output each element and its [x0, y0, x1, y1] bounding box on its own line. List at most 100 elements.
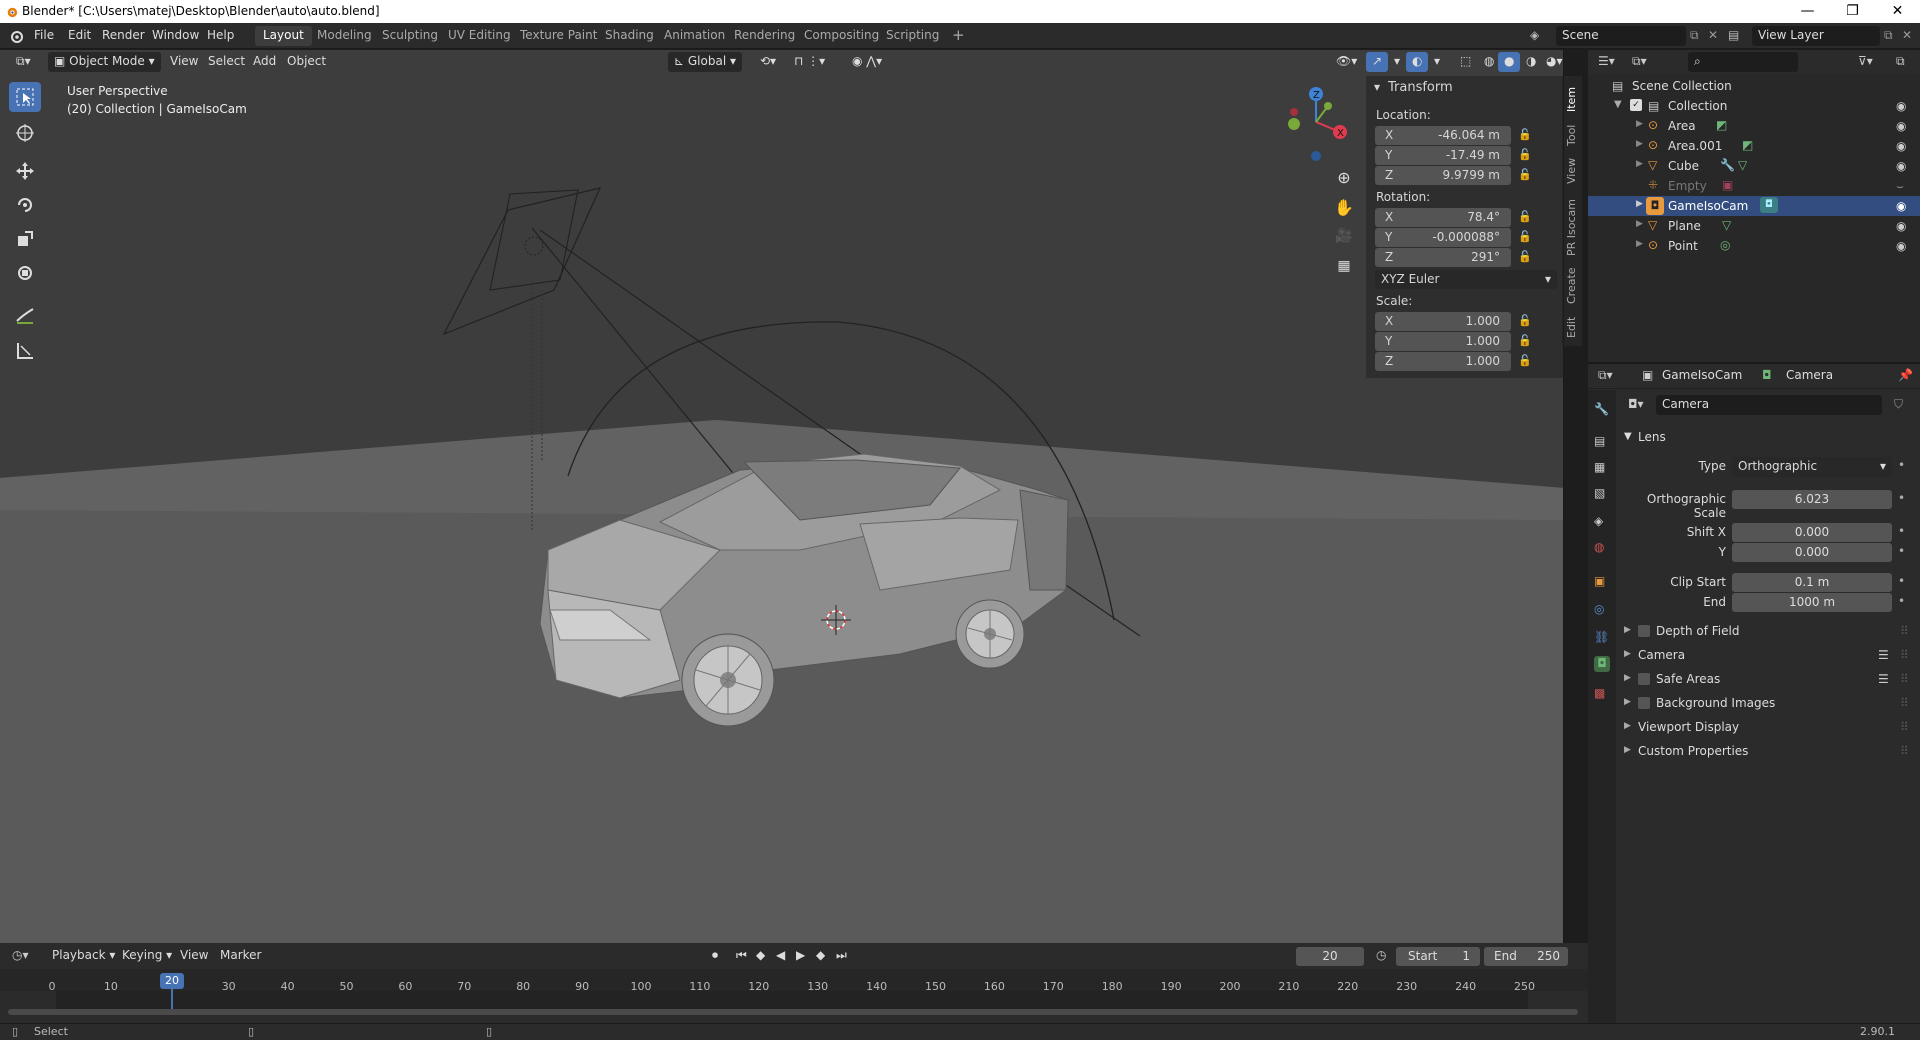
- play-reverse-icon[interactable]: ◀: [776, 948, 785, 962]
- new-view-layer-icon[interactable]: ⧉: [1884, 28, 1893, 43]
- prev-keyframe-icon[interactable]: ◆: [756, 948, 765, 962]
- tab-edit[interactable]: Edit: [1565, 317, 1578, 338]
- delete-scene-icon[interactable]: ✕: [1708, 28, 1718, 42]
- tab-pr-isocam[interactable]: PR Isocam: [1565, 199, 1578, 256]
- lock-icon[interactable]: 🔓: [1518, 314, 1534, 330]
- mode-selector[interactable]: ▣ Object Mode ▾: [48, 52, 161, 72]
- lock-icon[interactable]: 🔓: [1518, 250, 1534, 266]
- scene-icon[interactable]: ◈: [1594, 514, 1610, 530]
- output-icon[interactable]: ▦: [1594, 460, 1610, 476]
- select-box-tool[interactable]: [9, 82, 41, 112]
- chevron-right-icon[interactable]: ▶: [1636, 239, 1643, 249]
- area-splitter[interactable]: [1588, 362, 1920, 364]
- eye-icon[interactable]: ◉: [1896, 219, 1906, 233]
- drag-handle-icon[interactable]: ⠿: [1900, 720, 1909, 734]
- checkbox-icon[interactable]: [1638, 625, 1650, 637]
- blender-menu-icon[interactable]: [8, 28, 24, 44]
- record-icon[interactable]: ⏺: [712, 948, 718, 963]
- eye-icon[interactable]: ◉: [1896, 199, 1906, 213]
- outliner-editor-icon[interactable]: ☰▾: [1598, 54, 1615, 68]
- clip-start-field[interactable]: 0.1 m: [1732, 573, 1892, 592]
- timeline-scrollbar[interactable]: [8, 1009, 1578, 1015]
- lock-icon[interactable]: 🔓: [1518, 334, 1534, 350]
- add-workspace-icon[interactable]: +: [944, 24, 973, 44]
- overlay-toggle-icon[interactable]: ◐: [1406, 52, 1429, 72]
- scale-tool[interactable]: [9, 224, 41, 254]
- chevron-right-icon[interactable]: ▶: [1636, 199, 1643, 209]
- xray-icon[interactable]: ⬚: [1454, 52, 1477, 72]
- clip-end-field[interactable]: 1000 m: [1732, 593, 1892, 612]
- scene-selector[interactable]: Scene: [1556, 26, 1686, 46]
- panel-camera[interactable]: ▶ Camera ☰ ⠿: [1624, 646, 1914, 670]
- orientation-selector[interactable]: ⊾ Global ▾: [668, 52, 742, 72]
- neg-y-axis-icon[interactable]: [1288, 118, 1300, 130]
- tab-scripting[interactable]: Scripting: [878, 26, 947, 46]
- gizmo-toggle-icon[interactable]: ↗: [1366, 52, 1389, 72]
- annotate-tool[interactable]: [9, 300, 41, 330]
- outliner-row-empty[interactable]: ⁜ Empty ▣ ⌣: [1588, 176, 1920, 196]
- view-layer-selector[interactable]: View Layer: [1752, 26, 1880, 46]
- panel-safe-areas[interactable]: ▶ Safe Areas ☰ ⠿: [1624, 670, 1914, 694]
- pin-icon[interactable]: 📌: [1898, 368, 1913, 382]
- lock-icon[interactable]: 🔓: [1518, 128, 1534, 144]
- viewport-menu-select[interactable]: Select: [202, 52, 251, 72]
- fake-user-shield-icon[interactable]: ⛉: [1894, 397, 1903, 412]
- transform-tool[interactable]: [9, 258, 41, 288]
- eye-icon[interactable]: ◉: [1896, 119, 1906, 133]
- outliner-row-area[interactable]: ▶ ⊙ Area ◩ ◉: [1588, 116, 1920, 136]
- drag-handle-icon[interactable]: ⠿: [1900, 672, 1909, 686]
- outliner-row-plane[interactable]: ▶ ▽ Plane ▽ ◉: [1588, 216, 1920, 236]
- editor-type-icon[interactable]: ⧉▾: [10, 52, 37, 72]
- camera-view-icon[interactable]: 🎥: [1330, 228, 1358, 256]
- properties-object-name[interactable]: GameIsoCam: [1662, 368, 1742, 382]
- rotation-x-field[interactable]: X 78.4°: [1375, 208, 1511, 227]
- close-icon[interactable]: ✕: [1875, 0, 1920, 23]
- snap-icon[interactable]: ⊓ ⋮▾: [788, 52, 831, 72]
- clock-icon[interactable]: ◷: [1376, 948, 1386, 962]
- start-frame-field[interactable]: Start 1: [1396, 947, 1480, 966]
- chevron-right-icon[interactable]: ▶: [1636, 139, 1643, 149]
- rotate-tool[interactable]: [9, 190, 41, 220]
- view-layer-icon[interactable]: ▧: [1594, 486, 1610, 502]
- viewport-menu-add[interactable]: Add: [247, 52, 282, 72]
- properties-editor-icon[interactable]: ⧉▾: [1598, 368, 1613, 383]
- y-axis-icon[interactable]: [1324, 102, 1332, 110]
- tab-view[interactable]: View: [1565, 158, 1578, 184]
- camera-datablock-field[interactable]: Camera: [1656, 395, 1882, 415]
- timeline-editor-icon[interactable]: ◷▾: [12, 948, 29, 962]
- rotation-z-field[interactable]: Z 291°: [1375, 248, 1511, 267]
- navigation-gizmo[interactable]: Z X: [1280, 80, 1352, 162]
- eye-closed-icon[interactable]: ⌣: [1896, 179, 1904, 194]
- drag-handle-icon[interactable]: ⠿: [1900, 744, 1909, 758]
- tab-compositing[interactable]: Compositing: [796, 26, 887, 46]
- transform-panel-title[interactable]: Transform: [1388, 80, 1453, 95]
- tab-rendering[interactable]: Rendering: [726, 26, 803, 46]
- pivot-icon[interactable]: ⟲▾: [754, 52, 782, 72]
- keyframe-dot-icon[interactable]: •: [1898, 491, 1905, 505]
- restore-icon[interactable]: ❐: [1830, 0, 1875, 23]
- move-tool[interactable]: [9, 156, 41, 186]
- keyframe-dot-icon[interactable]: •: [1898, 594, 1905, 608]
- filter-icon[interactable]: ⊽▾: [1858, 54, 1873, 68]
- area-splitter[interactable]: [1563, 50, 1564, 943]
- tab-item[interactable]: Item: [1565, 87, 1578, 112]
- lock-icon[interactable]: 🔓: [1518, 148, 1534, 164]
- keyframe-dot-icon[interactable]: •: [1898, 524, 1905, 538]
- location-x-field[interactable]: X -46.064 m: [1375, 126, 1511, 145]
- jump-end-icon[interactable]: ⏭: [836, 948, 847, 963]
- tool-settings-icon[interactable]: 🔧: [1594, 402, 1610, 418]
- panel-depth-of-field[interactable]: ▶ Depth of Field ⠿: [1624, 622, 1914, 646]
- lock-icon[interactable]: 🔓: [1518, 230, 1534, 246]
- neg-z-axis-icon[interactable]: [1311, 151, 1321, 161]
- end-frame-field[interactable]: End 250: [1484, 947, 1568, 966]
- chevron-right-icon[interactable]: ▶: [1636, 159, 1643, 169]
- tab-shading[interactable]: Shading: [597, 26, 662, 46]
- object-properties-icon[interactable]: ▣: [1594, 574, 1610, 590]
- menu-window[interactable]: Window: [152, 28, 199, 42]
- texture-icon[interactable]: ▩: [1594, 686, 1610, 702]
- menu-render[interactable]: Render: [102, 28, 145, 42]
- checkbox-icon[interactable]: ✓: [1630, 99, 1642, 111]
- eye-icon[interactable]: ◉: [1896, 139, 1906, 153]
- outliner-row-area-001[interactable]: ▶ ⊙ Area.001 ◩ ◉: [1588, 136, 1920, 156]
- eye-icon[interactable]: ◉: [1896, 159, 1906, 173]
